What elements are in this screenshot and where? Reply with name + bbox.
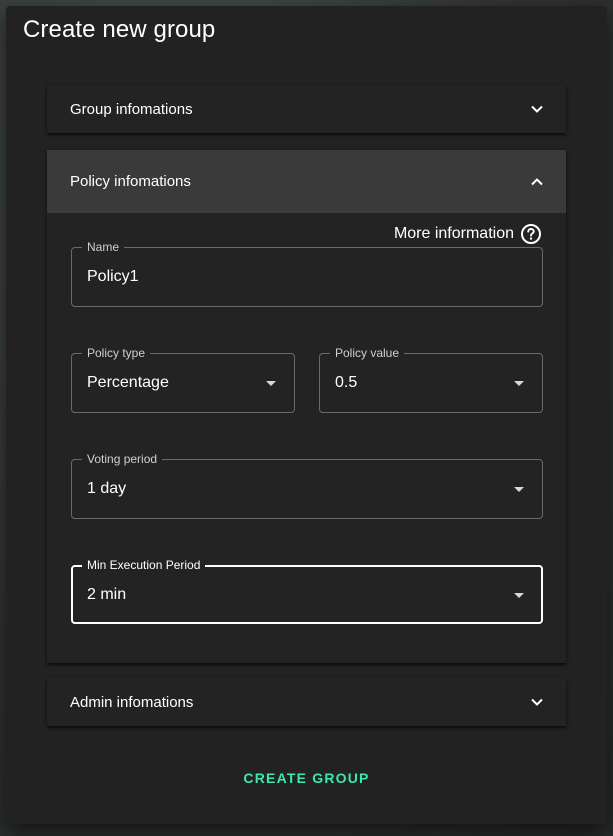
min-execution-period-value: 2 min (87, 586, 127, 603)
name-field-value: Policy1 (87, 268, 139, 285)
chevron-down-icon (531, 698, 543, 706)
voting-period-value: 1 day (87, 480, 127, 497)
dropdown-arrow-icon (514, 381, 524, 386)
policy-value-value: 0.5 (335, 374, 358, 391)
more-information-link[interactable]: More information (394, 223, 542, 245)
dialog-title: Create new group (23, 16, 216, 43)
voting-period-select[interactable]: Voting period 1 day (71, 452, 543, 519)
name-field-label: Name (82, 240, 125, 254)
accordion-label-group: Group infomations (70, 100, 193, 118)
accordion-admin-informations: Admin infomations (47, 678, 566, 726)
create-group-dialog: Create new group Group infomations Polic… (6, 6, 607, 824)
min-execution-period-select[interactable]: Min Execution Period 2 min (71, 558, 543, 624)
accordion-header-policy[interactable]: Policy infomations (47, 150, 566, 213)
accordion-header-admin[interactable]: Admin infomations (47, 678, 566, 726)
dropdown-arrow-icon (266, 381, 276, 386)
voting-period-label: Voting period (82, 452, 163, 466)
name-field[interactable]: Name Policy1 (71, 240, 543, 307)
accordion-label-policy: Policy infomations (70, 173, 191, 190)
create-group-button[interactable]: CREATE GROUP (6, 770, 607, 786)
policy-type-label: Policy type (82, 346, 151, 360)
policy-type-value: Percentage (87, 374, 169, 391)
chevron-up-icon (531, 177, 543, 185)
more-information-label: More information (393, 225, 514, 242)
help-circle-icon (521, 224, 541, 244)
chevron-down-icon (531, 105, 543, 113)
dropdown-arrow-icon (514, 593, 524, 598)
dropdown-arrow-icon (514, 487, 524, 492)
min-execution-period-label: Min Execution Period (82, 558, 206, 572)
accordion-policy-informations: Policy infomations More information Name… (47, 150, 566, 663)
accordion-label-admin: Admin infomations (70, 693, 194, 711)
accordion-header-group[interactable]: Group infomations (47, 85, 566, 133)
policy-value-select[interactable]: Policy value 0.5 (319, 346, 543, 413)
accordion-group-informations: Group infomations (47, 85, 566, 133)
policy-type-select[interactable]: Policy type Percentage (71, 346, 295, 413)
policy-value-label: Policy value (330, 346, 405, 360)
